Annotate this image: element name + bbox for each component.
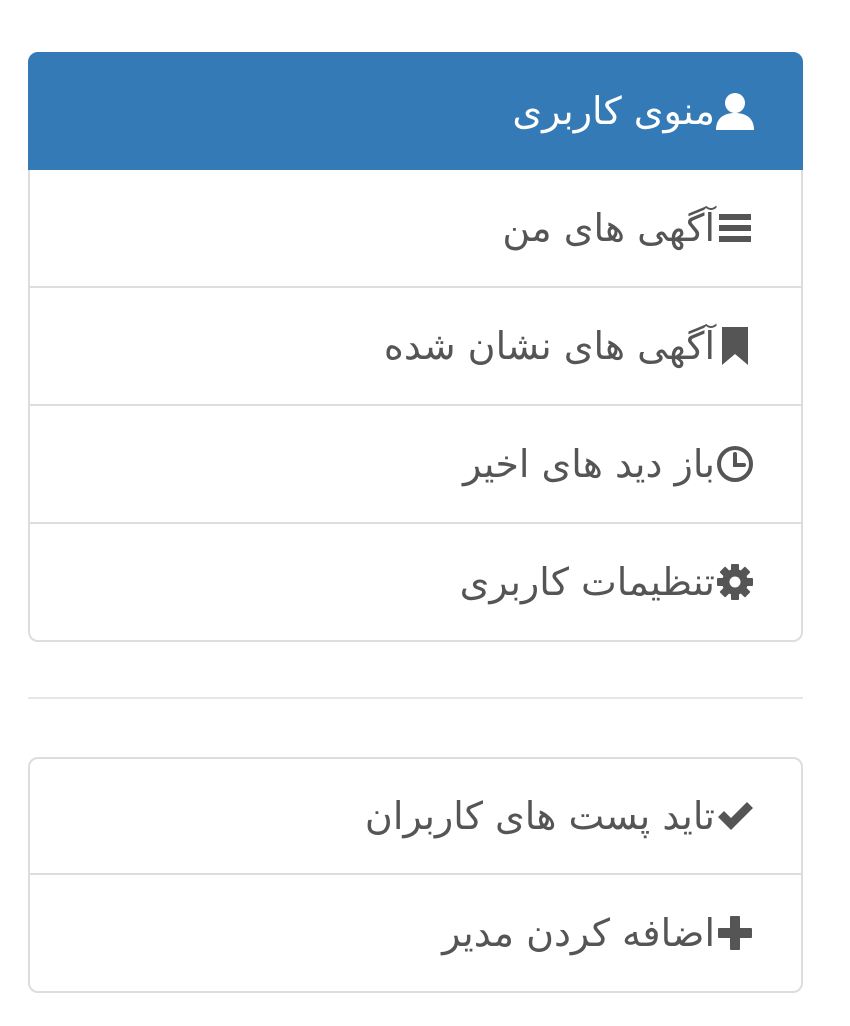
user-menu-title: منوی کاربری [512, 89, 715, 133]
menu-item-approve-posts[interactable]: تاید پست های کاربران [28, 757, 803, 875]
list-icon [715, 208, 755, 248]
menu-item-label: اضافه کردن مدیر [442, 911, 715, 955]
menu-item-my-ads[interactable]: آگهی های من [28, 170, 803, 288]
menu-item-label: تنظیمات کاربری [459, 560, 715, 604]
menu-item-user-settings[interactable]: تنظیمات کاربری [28, 524, 803, 642]
plus-icon [715, 913, 755, 953]
menu-item-label: آگهی های من [502, 206, 715, 250]
user-icon [715, 91, 755, 131]
clock-icon [715, 444, 755, 484]
gear-icon [715, 562, 755, 602]
user-menu-header: منوی کاربری [28, 52, 803, 170]
menu-item-add-admin[interactable]: اضافه کردن مدیر [28, 875, 803, 993]
menu-item-label: باز دید های اخیر [462, 442, 715, 486]
menu-item-recent-views[interactable]: باز دید های اخیر [28, 406, 803, 524]
menu-item-bookmarked-ads[interactable]: آگهی های نشان شده [28, 288, 803, 406]
menu-item-label: تاید پست های کاربران [364, 794, 715, 838]
check-icon [715, 796, 755, 836]
user-menu: منوی کاربری آگهی های من آگهی های نشان شد… [28, 52, 803, 642]
admin-menu: تاید پست های کاربران اضافه کردن مدیر [28, 757, 803, 993]
menu-item-label: آگهی های نشان شده [383, 324, 715, 368]
menu-divider [28, 697, 803, 699]
bookmark-icon [715, 326, 755, 366]
